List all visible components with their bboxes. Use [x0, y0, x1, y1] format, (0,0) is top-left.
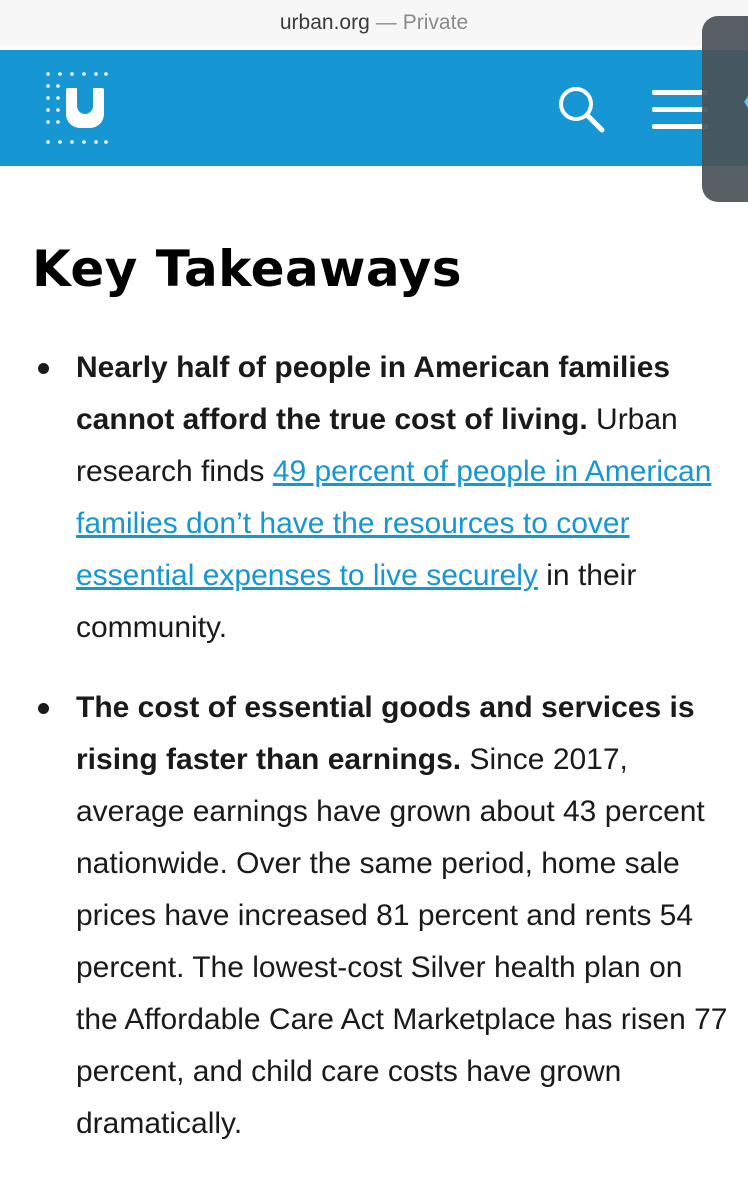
takeaways-list: Nearly half of people in American famili… — [38, 342, 728, 1178]
page-title: Key Takeaways — [32, 240, 462, 298]
url-separator: — — [375, 11, 397, 34]
list-item: Nearly half of people in American famili… — [38, 342, 728, 654]
urban-logo[interactable] — [44, 70, 110, 146]
list-item: The cost of essential goods and services… — [38, 682, 728, 1150]
bullet-icon — [38, 703, 49, 714]
logo-u-mark — [66, 88, 104, 128]
hamburger-menu-icon[interactable] — [652, 90, 708, 130]
search-icon[interactable] — [556, 84, 606, 134]
chevron-left-icon: 〈 — [716, 80, 748, 128]
takeaway-headline: Nearly half of people in American famili… — [76, 351, 671, 436]
takeaway-text: Since 2017, average earnings have grown … — [76, 743, 728, 1140]
url-domain: urban.org — [279, 11, 370, 34]
browser-url-bar[interactable]: urban.org — Private — [0, 0, 748, 46]
bullet-icon — [38, 363, 49, 374]
site-header — [0, 50, 748, 166]
private-mode-label: Private — [402, 11, 469, 34]
main-content: Key Takeaways Nearly half of people in A… — [0, 166, 748, 1200]
